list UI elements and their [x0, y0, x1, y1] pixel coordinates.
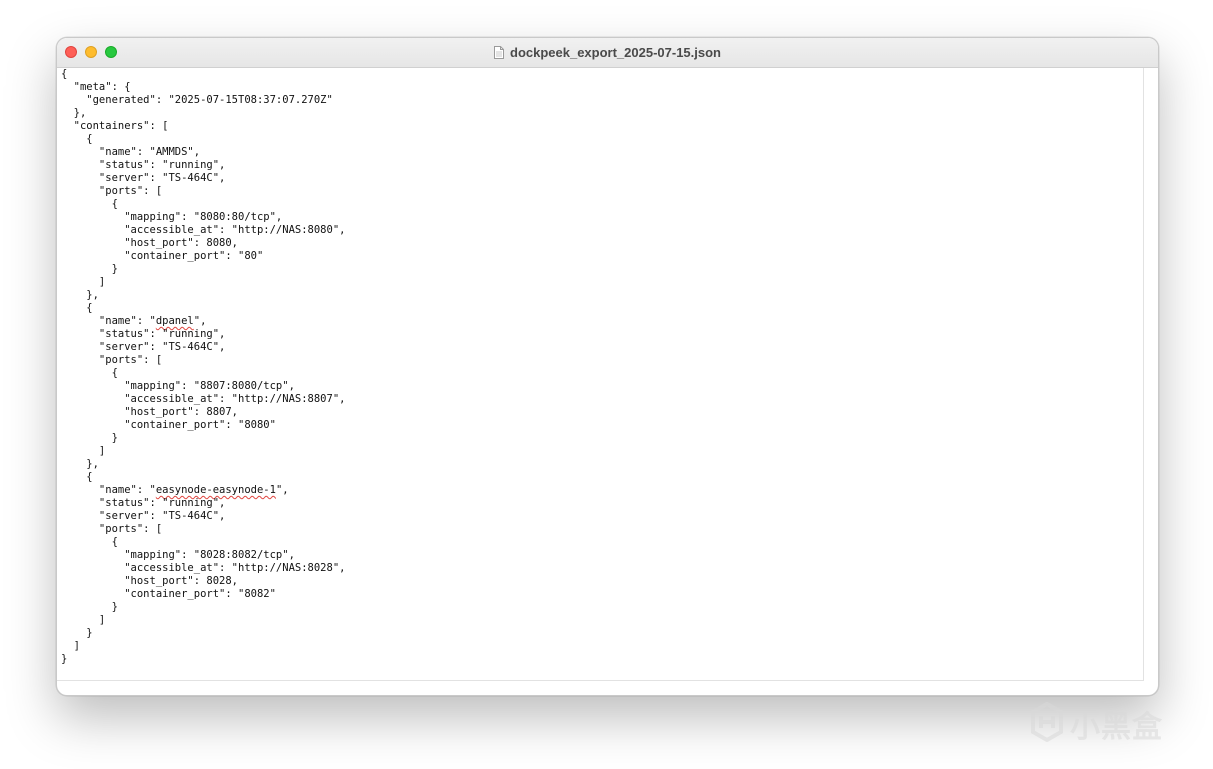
- code-line: {: [61, 198, 118, 210]
- code-line: }: [61, 601, 118, 613]
- window-title-group: dockpeek_export_2025-07-15.json: [57, 38, 1158, 67]
- title-bar[interactable]: dockpeek_export_2025-07-15.json: [57, 38, 1158, 68]
- code-line: "mapping": "8080:80/tcp",: [61, 211, 283, 223]
- code-line: "server": "TS-464C",: [61, 172, 226, 184]
- code-line: "ports": [: [61, 354, 163, 366]
- code-line: ]: [61, 640, 80, 652]
- code-line: },: [61, 458, 99, 470]
- window-title: dockpeek_export_2025-07-15.json: [510, 45, 721, 60]
- code-line: "containers": [: [61, 120, 169, 132]
- code-line: "ports": [: [61, 185, 163, 197]
- code-line: },: [61, 289, 99, 301]
- code-line: "meta": {: [61, 81, 131, 93]
- watermark-text: 小黑盒: [1070, 710, 1163, 745]
- json-document-text[interactable]: { "meta": { "generated": "2025-07-15T08:…: [61, 68, 345, 666]
- code-line: }: [61, 653, 68, 665]
- code-line: "container_port": "80": [61, 250, 264, 262]
- code-line: "mapping": "8028:8082/tcp",: [61, 549, 295, 561]
- code-line: "name": "dpanel",: [61, 315, 207, 327]
- code-line: "name": "AMMDS",: [61, 146, 201, 158]
- watermark: 小黑盒: [1030, 701, 1163, 746]
- code-line: ]: [61, 276, 106, 288]
- code-line: "accessible_at": "http://NAS:8028",: [61, 562, 346, 574]
- code-line: "ports": [: [61, 523, 163, 535]
- code-line: "container_port": "8080": [61, 419, 276, 431]
- code-line: "status": "running",: [61, 497, 226, 509]
- spellcheck-flagged-word[interactable]: dpanel: [156, 315, 194, 327]
- code-line: }: [61, 263, 118, 275]
- code-line: {: [61, 133, 93, 145]
- code-line: "server": "TS-464C",: [61, 341, 226, 353]
- code-line: }: [61, 432, 118, 444]
- code-line: {: [61, 302, 93, 314]
- code-line: "mapping": "8807:8080/tcp",: [61, 380, 295, 392]
- code-line: {: [61, 367, 118, 379]
- editor-content-area[interactable]: { "meta": { "generated": "2025-07-15T08:…: [57, 68, 1144, 681]
- xiaoheihe-logo-icon: [1030, 701, 1064, 746]
- code-line: "generated": "2025-07-15T08:37:07.270Z": [61, 94, 333, 106]
- code-line: "name": "easynode-easynode-1",: [61, 484, 289, 496]
- code-line: "accessible_at": "http://NAS:8080",: [61, 224, 346, 236]
- code-line: {: [61, 536, 118, 548]
- code-line: "host_port": 8807,: [61, 406, 239, 418]
- code-line: "host_port": 8028,: [61, 575, 239, 587]
- code-line: },: [61, 107, 87, 119]
- text-editor-window: dockpeek_export_2025-07-15.json { "meta"…: [56, 37, 1159, 696]
- code-line: {: [61, 68, 68, 80]
- code-line: "server": "TS-464C",: [61, 510, 226, 522]
- code-line: "host_port": 8080,: [61, 237, 239, 249]
- code-line: "status": "running",: [61, 328, 226, 340]
- code-line: ]: [61, 614, 106, 626]
- code-line: "status": "running",: [61, 159, 226, 171]
- code-line: ]: [61, 445, 106, 457]
- spellcheck-flagged-word[interactable]: easynode-easynode-1: [156, 484, 276, 496]
- document-icon[interactable]: [494, 46, 504, 59]
- code-line: "accessible_at": "http://NAS:8807",: [61, 393, 346, 405]
- code-line: "container_port": "8082": [61, 588, 276, 600]
- code-line: {: [61, 471, 93, 483]
- code-line: }: [61, 627, 93, 639]
